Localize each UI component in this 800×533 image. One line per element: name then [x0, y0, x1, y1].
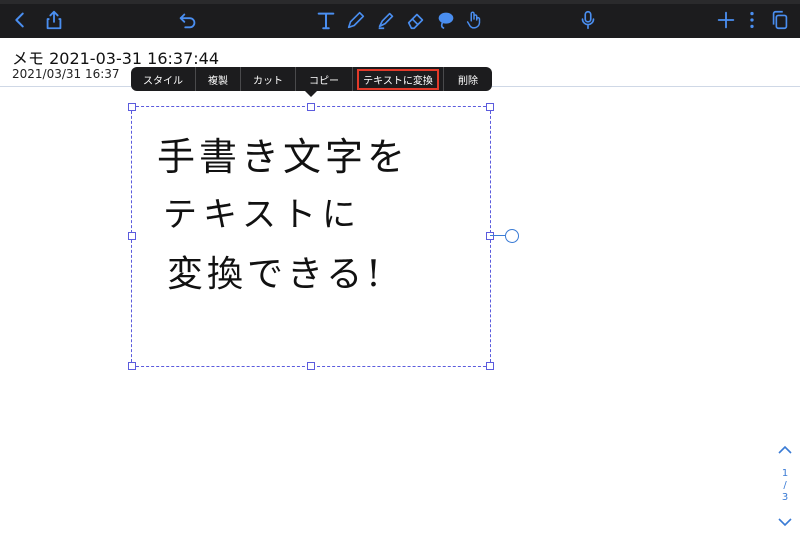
top-toolbar — [0, 0, 800, 38]
rotate-handle-icon[interactable] — [505, 229, 519, 243]
note-date: 2021/03/31 16:37 — [12, 67, 120, 81]
resize-handle-bottom[interactable] — [307, 362, 315, 370]
note-title[interactable]: メモ 2021-03-31 16:37:44 — [12, 45, 219, 69]
undo-icon[interactable] — [176, 8, 200, 32]
more-icon[interactable] — [740, 8, 764, 32]
page-total: 3 — [781, 492, 789, 503]
eraser-icon[interactable] — [404, 8, 428, 32]
resize-handle-left[interactable] — [128, 232, 136, 240]
resize-handle-bottom-right[interactable] — [486, 362, 494, 370]
selection-box — [131, 106, 491, 367]
menu-copy[interactable]: コピー — [296, 67, 353, 91]
page-separator: / — [783, 480, 787, 491]
page-down-icon[interactable] — [777, 516, 793, 528]
menu-delete[interactable]: 削除 — [444, 67, 492, 91]
menu-style[interactable]: スタイル — [131, 67, 196, 91]
resize-handle-right[interactable] — [486, 232, 494, 240]
page-indicator: 1 / 3 — [770, 440, 800, 533]
resize-handle-top-left[interactable] — [128, 103, 136, 111]
lasso-icon[interactable] — [434, 8, 458, 32]
microphone-icon[interactable] — [576, 8, 600, 32]
resize-handle-bottom-left[interactable] — [128, 362, 136, 370]
text-tool-icon[interactable] — [314, 8, 338, 32]
pen-tool-icon[interactable] — [344, 8, 368, 32]
pages-icon[interactable] — [768, 8, 792, 32]
context-menu: スタイル 複製 カット コピー テキストに変換 削除 — [131, 67, 492, 97]
resize-handle-top-right[interactable] — [486, 103, 494, 111]
add-icon[interactable] — [714, 8, 738, 32]
status-bar — [0, 0, 800, 4]
rotate-connector — [490, 235, 505, 236]
touch-icon[interactable] — [462, 8, 486, 32]
share-icon[interactable] — [42, 8, 66, 32]
back-chevron-icon[interactable] — [8, 8, 32, 32]
menu-cut[interactable]: カット — [241, 67, 296, 91]
resize-handle-top[interactable] — [307, 103, 315, 111]
highlighter-icon[interactable] — [374, 8, 398, 32]
page-up-icon[interactable] — [777, 444, 793, 456]
menu-duplicate[interactable]: 複製 — [196, 67, 241, 91]
page-current: 1 — [781, 468, 789, 479]
menu-convert-to-text[interactable]: テキストに変換 — [353, 67, 444, 91]
